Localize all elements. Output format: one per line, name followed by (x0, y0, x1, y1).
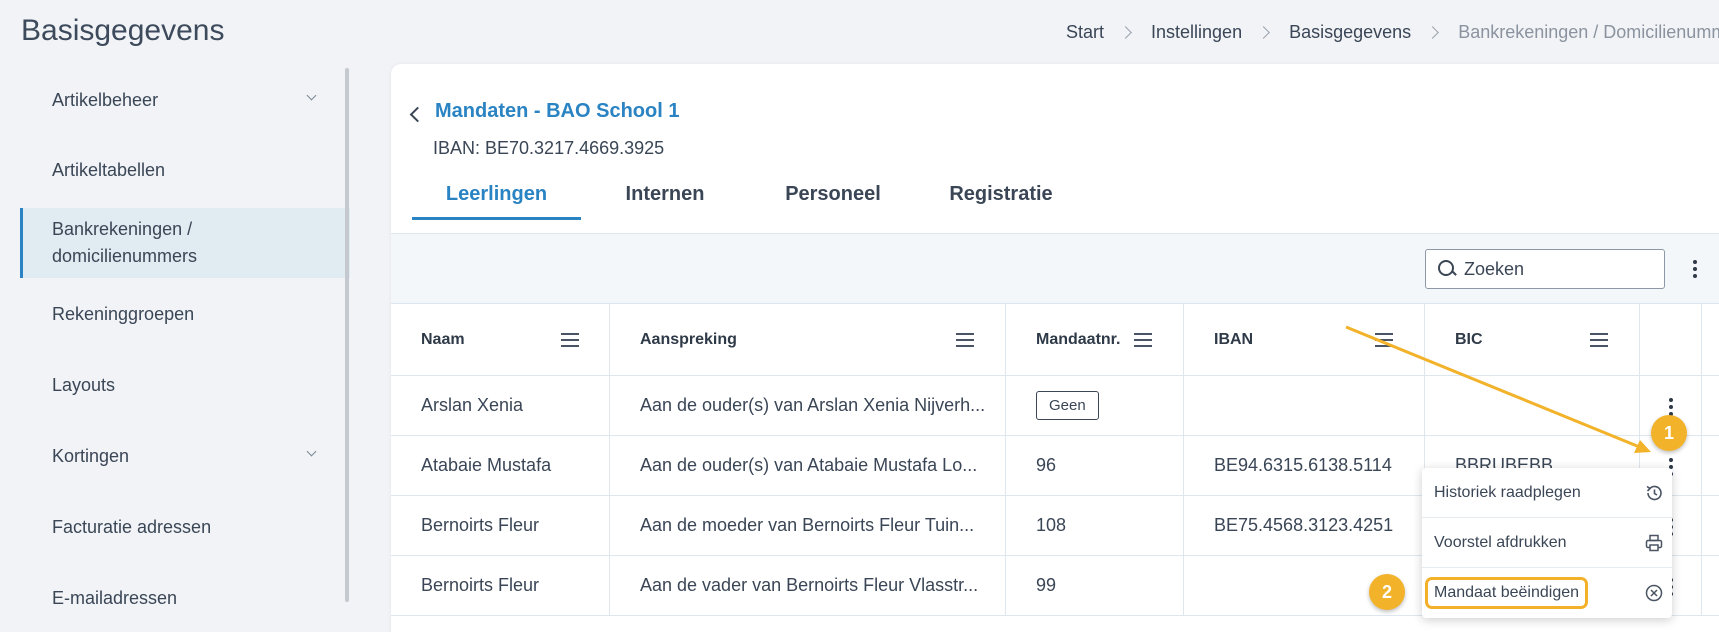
step-marker-1: 1 (1651, 415, 1687, 451)
step-marker-2: 2 (1369, 574, 1405, 610)
annotation-arrow (1345, 325, 1651, 453)
